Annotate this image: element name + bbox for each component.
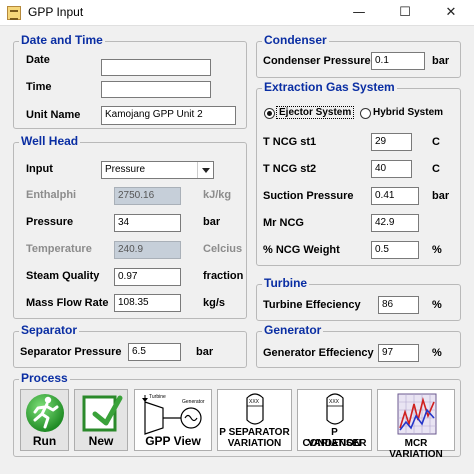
separator-title: Separator (19, 323, 80, 337)
gpp-view-button-label: GPP View (145, 434, 201, 448)
turbine-text: Turbine (149, 394, 166, 400)
ejector-label[interactable]: Ejector System (275, 106, 355, 119)
condenser-pressure-label: Condenser Pressure (263, 55, 371, 67)
steam-quality-field[interactable]: 0.97 (114, 268, 181, 286)
suction-pressure-label: Suction Pressure (263, 190, 354, 202)
steam-quality-label: Steam Quality (26, 270, 100, 282)
generator-text: Generator (182, 399, 205, 405)
new-button-label: New (88, 434, 114, 448)
mr-ncg-label: Mr NCG (263, 217, 304, 229)
ncg-weight-field[interactable]: 0.5 (371, 241, 419, 259)
line-chart-icon (397, 393, 437, 435)
pressure-field[interactable]: 34 (114, 214, 181, 232)
generator-title: Generator (262, 323, 324, 337)
time-field[interactable] (101, 81, 211, 98)
new-button[interactable]: New (74, 389, 128, 451)
pressure-label: Pressure (26, 216, 74, 228)
close-button[interactable]: ✕ (428, 0, 474, 26)
generator-efficiency-field[interactable]: 97 (378, 344, 419, 362)
maximize-button[interactable]: ☐ (382, 0, 428, 26)
extraction-gas-title: Extraction Gas System (262, 80, 397, 94)
unit-name-field[interactable]: Kamojang GPP Unit 2 (101, 106, 236, 125)
separator-pressure-field[interactable]: 6.5 (128, 343, 181, 361)
p-condenser-variation-button[interactable]: XXX P CONDENSER VARIATION (297, 389, 372, 451)
app-icon (7, 6, 21, 20)
ncg-weight-label: % NCG Weight (263, 244, 340, 256)
date-time-title: Date and Time (19, 33, 105, 47)
p-separator-line1: P SEPARATOR (219, 427, 290, 438)
ejector-radio[interactable] (264, 108, 275, 119)
enthalphi-label: Enthalphi (26, 189, 77, 201)
run-button-label: Run (32, 434, 57, 448)
hybrid-label[interactable]: Hybrid System (373, 107, 443, 118)
condenser-pressure-unit: bar (432, 55, 450, 67)
input-select-value: Pressure (105, 164, 146, 175)
chevron-down-icon[interactable] (197, 162, 213, 178)
p-condenser-line2: VARIATION (307, 438, 362, 449)
mass-flow-unit: kg/s (203, 297, 226, 309)
turbine-efficiency-label: Turbine Effeciency (263, 299, 361, 311)
enthalphi-unit: kJ/kg (203, 189, 232, 201)
tncg2-label: T NCG st2 (263, 163, 317, 175)
tncg2-field[interactable]: 40 (371, 160, 412, 178)
condenser-pressure-field[interactable]: 0.1 (371, 52, 425, 70)
generator-efficiency-unit: % (432, 347, 442, 359)
mr-ncg-field[interactable]: 42.9 (371, 214, 419, 232)
unit-name-label: Unit Name (26, 109, 81, 121)
tncg2-unit: C (432, 163, 440, 175)
suction-pressure-unit: bar (432, 190, 450, 202)
input-label: Input (26, 163, 53, 175)
run-button[interactable]: Run (20, 389, 69, 451)
gpp-view-button[interactable]: Turbine Generator GPP View (134, 389, 212, 451)
mcr-variation-label: MCR VARIATION (389, 438, 443, 460)
generator-efficiency-label: Generator Effeciency (263, 347, 374, 359)
temperature-unit: Celcius (203, 243, 243, 255)
steam-quality-unit: fraction (203, 270, 244, 282)
window-title: GPP Input (28, 5, 84, 19)
new-document-icon (82, 395, 123, 432)
running-man-icon (26, 394, 64, 432)
condenser-vessel-icon: XXX (326, 393, 344, 425)
tncg1-field[interactable]: 29 (371, 133, 412, 151)
separator-pressure-unit: bar (196, 346, 214, 358)
mcr-variation-button[interactable]: MCR VARIATION (377, 389, 455, 460)
input-select[interactable]: Pressure (101, 161, 214, 179)
turbine-title: Turbine (262, 276, 310, 290)
condenser-icon-text: XXX (329, 399, 340, 405)
title-bar: GPP Input — ☐ ✕ (0, 0, 474, 26)
date-label: Date (26, 54, 50, 66)
minimize-button[interactable]: — (336, 0, 382, 26)
condenser-title: Condenser (262, 33, 329, 47)
turbine-generator-icon: Turbine Generator (142, 394, 205, 435)
turbine-efficiency-unit: % (432, 299, 442, 311)
hybrid-radio[interactable] (360, 108, 371, 119)
mass-flow-field[interactable]: 108.35 (114, 294, 181, 312)
ncg-weight-unit: % (432, 244, 442, 256)
separator-icon-text: XXX (249, 399, 260, 405)
p-separator-variation-button[interactable]: XXX P SEPARATOR VARIATION (217, 389, 292, 451)
temperature-label: Temperature (26, 243, 92, 255)
pressure-unit: bar (203, 216, 221, 228)
temperature-field: 240.9 (114, 241, 181, 259)
date-field[interactable] (101, 59, 211, 76)
separator-vessel-icon: XXX (246, 393, 264, 425)
tncg1-label: T NCG st1 (263, 136, 317, 148)
tncg1-unit: C (432, 136, 440, 148)
well-head-title: Well Head (19, 134, 81, 148)
time-label: Time (26, 81, 52, 93)
mass-flow-label: Mass Flow Rate (26, 297, 109, 309)
suction-pressure-field[interactable]: 0.41 (371, 187, 419, 205)
enthalphi-field: 2750.16 (114, 187, 181, 205)
p-separator-line2: VARIATION (227, 438, 282, 449)
separator-pressure-label: Separator Pressure (20, 346, 122, 358)
process-title: Process (19, 371, 70, 385)
turbine-efficiency-field[interactable]: 86 (378, 296, 419, 314)
